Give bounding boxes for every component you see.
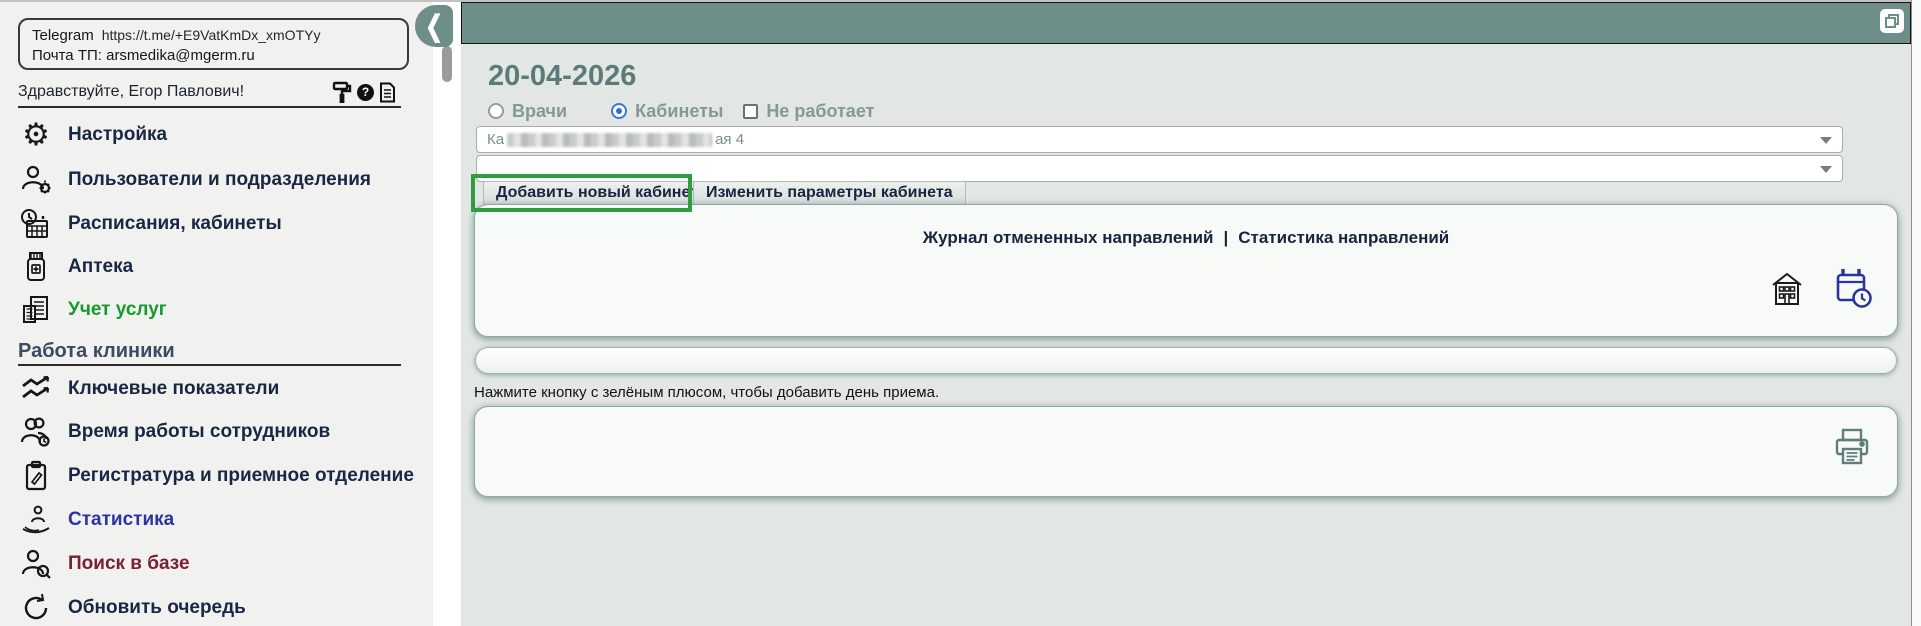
add-cabinet-button[interactable]: Добавить новый кабинет — [483, 181, 711, 205]
collapsed-section-bar[interactable] — [475, 347, 1897, 374]
sidebar-item-label: Статистика — [68, 509, 175, 530]
telegram-label: Telegram — [32, 27, 94, 44]
location-select[interactable]: Ка ая 4 — [476, 126, 1843, 153]
support-email-line: Почта ТП: arsmedika@mgerm.ru — [32, 47, 255, 64]
sidebar-scrollbar-track[interactable] — [433, 2, 461, 626]
sidebar-item-pharmacy[interactable]: Аптека — [18, 245, 418, 289]
referral-stats-link[interactable]: Статистика направлений — [1238, 228, 1449, 247]
section-header-clinic-work: Работа клиники — [18, 340, 175, 362]
pharmacy-icon — [18, 249, 54, 285]
cabinets-radio[interactable] — [611, 103, 628, 119]
sidebar-item-label: Настройка — [68, 124, 168, 145]
date-heading: 20-04-2026 — [488, 60, 637, 92]
sidebar-item-database-search[interactable]: Поиск в базе — [18, 542, 418, 586]
cancelled-referrals-link[interactable]: Журнал отмененных направлений — [923, 228, 1214, 247]
sidebar-scrollbar-thumb[interactable] — [442, 46, 452, 82]
calendar-clock-icon[interactable] — [1830, 265, 1874, 311]
sidebar-item-refresh-queue[interactable]: Обновить очередь — [18, 586, 418, 626]
sidebar: Telegram https://t.me/+E9VatKmDx_xmOTYy П… — [0, 2, 433, 626]
support-info-box: Telegram https://t.me/+E9VatKmDx_xmOTYy П… — [18, 18, 409, 70]
refresh-circle-icon — [18, 590, 54, 626]
mgerm-app: Telegram https://t.me/+E9VatKmDx_xmOTYy П… — [0, 0, 1921, 626]
sidebar-item-label: Ключевые показатели — [68, 378, 280, 399]
sidebar-item-settings[interactable]: ⚙ Настройка — [18, 113, 418, 157]
mode-switch-row: Врачи Кабинеты Не работает — [488, 100, 874, 122]
sidebar-item-working-hours[interactable]: Время работы сотрудников — [18, 410, 418, 454]
sidebar-item-label: Регистратура и приемное отделение — [68, 465, 414, 486]
window-restore-icon — [1885, 14, 1899, 28]
services-accounting-icon — [18, 292, 54, 328]
greeting-icons: ? — [332, 81, 402, 103]
divider — [18, 106, 401, 108]
cabinets-radio-label[interactable]: Кабинеты — [635, 101, 723, 122]
content: 20-04-2026 Врачи Кабинеты Не работает Ка… — [461, 44, 1911, 626]
sidebar-item-label: Поиск в базе — [68, 553, 190, 574]
sidebar-item-label: Учет услуг — [68, 299, 167, 320]
sidebar-item-services-accounting[interactable]: Учет услуг — [18, 288, 418, 332]
divider — [18, 364, 401, 366]
key-metrics-icon — [18, 371, 54, 407]
building-icon[interactable] — [1767, 269, 1807, 309]
chevron-down-icon — [1820, 137, 1832, 144]
redacted-text-block — [507, 132, 713, 147]
sidebar-item-registry[interactable]: Регистратура и приемное отделение — [18, 454, 418, 498]
window-restore-button[interactable] — [1880, 9, 1904, 33]
main-area: 20-04-2026 Врачи Кабинеты Не работает Ка… — [461, 2, 1911, 626]
user-search-icon — [18, 546, 54, 582]
doctors-radio-label[interactable]: Врачи — [512, 101, 567, 122]
main-top-bar — [461, 2, 1911, 44]
greeting-text: Здравствуйте, Егор Павлович! — [18, 83, 245, 100]
collapse-sidebar-button[interactable]: ❮ — [415, 5, 453, 47]
help-icon[interactable]: ? — [357, 83, 374, 101]
not-working-checkbox-label[interactable]: Не работает — [766, 101, 874, 122]
edit-cabinet-button[interactable]: Изменить параметры кабинета — [693, 181, 966, 205]
hint-text: Нажмите кнопку с зелёным плюсом, чтобы д… — [474, 384, 940, 401]
referrals-panel: Журнал отмененных направлений | Статистика… — [474, 204, 1898, 337]
location-select-value-suffix: ая 4 — [715, 131, 745, 148]
sidebar-item-schedules-cabinets[interactable]: Расписания, кабинеты — [18, 202, 418, 246]
document-icon[interactable] — [379, 82, 396, 103]
telegram-link[interactable]: https://t.me/+E9VatKmDx_xmOTYy — [102, 27, 321, 43]
chevron-down-icon — [1820, 166, 1832, 173]
sidebar-item-label: Время работы сотрудников — [68, 421, 331, 442]
reception-days-panel — [474, 406, 1898, 497]
chevron-left-icon: ❮ — [425, 10, 443, 42]
sidebar-item-label: Аптека — [68, 256, 134, 277]
gear-icon: ⚙ — [22, 117, 50, 152]
sidebar-item-label: Обновить очередь — [68, 597, 246, 618]
referral-links-row: Журнал отмененных направлений | Статистика… — [475, 228, 1897, 248]
sidebar-item-label: Пользователи и подразделения — [68, 169, 371, 190]
printer-icon[interactable] — [1830, 426, 1874, 474]
sidebar-item-users-departments[interactable]: Пользователи и подразделения — [18, 158, 418, 202]
paint-roller-icon[interactable] — [332, 81, 352, 103]
location-select-value-prefix: Ка — [487, 131, 505, 148]
doctors-radio[interactable] — [488, 103, 504, 119]
sidebar-item-key-metrics[interactable]: Ключевые показатели — [18, 367, 418, 411]
secondary-select[interactable] — [476, 155, 1843, 182]
schedule-calendar-icon — [18, 206, 54, 242]
telegram-line: Telegram https://t.me/+E9VatKmDx_xmOTYy — [32, 25, 395, 46]
page-scrollbar-track[interactable] — [1911, 0, 1921, 626]
sidebar-item-statistics[interactable]: Статистика — [18, 498, 418, 542]
users-settings-icon — [18, 162, 54, 198]
sidebar-item-label: Расписания, кабинеты — [68, 213, 282, 234]
not-working-checkbox[interactable] — [743, 103, 759, 119]
working-hours-icon — [18, 414, 54, 450]
links-separator: | — [1223, 228, 1229, 247]
statistics-hand-icon — [18, 502, 54, 538]
registry-clipboard-icon — [18, 458, 54, 494]
